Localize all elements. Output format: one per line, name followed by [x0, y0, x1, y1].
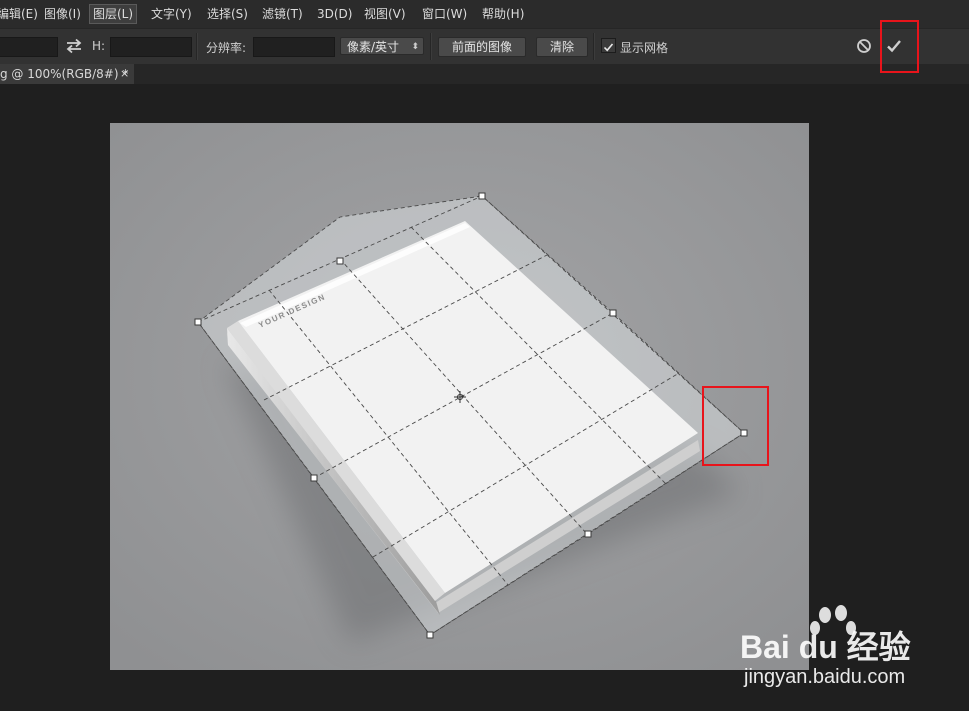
menu-filter[interactable]: 滤镜(T) — [259, 5, 306, 23]
up-down-arrows-icon: ⬍ — [411, 42, 419, 52]
menu-3d[interactable]: 3D(D) — [314, 5, 355, 23]
watermark-brand: Bai du 经验 — [740, 629, 911, 665]
height-field[interactable] — [110, 37, 192, 57]
document-tab-title: g @ 100%(RGB/8#) * — [0, 67, 129, 81]
show-grid-label: 显示网格 — [620, 41, 669, 55]
separator — [196, 33, 198, 60]
baidu-watermark: Bai du 经验 jingyan.baidu.com — [740, 600, 969, 700]
separator — [430, 33, 432, 60]
checkmark-icon — [603, 43, 614, 52]
menu-view[interactable]: 视图(V) — [361, 5, 409, 23]
resolution-label: 分辨率: — [206, 41, 247, 55]
menu-image[interactable]: 图像(I) — [41, 5, 84, 23]
unit-select[interactable]: 像素/英寸 ⬍ — [340, 37, 424, 55]
document-tab[interactable]: g @ 100%(RGB/8#) * × — [0, 64, 134, 84]
watermark-url: jingyan.baidu.com — [744, 666, 906, 688]
width-field[interactable] — [0, 37, 58, 57]
menu-window[interactable]: 窗口(W) — [419, 5, 470, 23]
menu-bar: 编辑(E) 图像(I) 图层(L) 文字(Y) 选择(S) 滤镜(T) 3D(D… — [0, 0, 969, 28]
handle-highlight-box — [702, 386, 769, 466]
front-image-button[interactable]: 前面的图像 — [438, 37, 526, 57]
height-label: H: — [92, 39, 106, 53]
tab-close-icon[interactable]: × — [120, 64, 129, 84]
clear-button[interactable]: 清除 — [536, 37, 588, 57]
menu-help[interactable]: 帮助(H) — [479, 5, 527, 23]
menu-type[interactable]: 文字(Y) — [148, 5, 195, 23]
unit-select-value: 像素/英寸 — [347, 40, 400, 54]
document-tab-bar: g @ 100%(RGB/8#) * × — [0, 64, 969, 84]
menu-layer[interactable]: 图层(L) — [89, 4, 138, 24]
swap-arrows-icon[interactable] — [64, 37, 84, 59]
resolution-field[interactable] — [253, 37, 335, 57]
options-bar: H: 分辨率: 像素/英寸 ⬍ 前面的图像 清除 显示网格 — [0, 28, 969, 65]
menu-select[interactable]: 选择(S) — [204, 5, 251, 23]
menu-edit[interactable]: 编辑(E) — [0, 5, 41, 23]
commit-highlight-box — [880, 20, 919, 73]
show-grid-checkbox[interactable] — [601, 38, 616, 53]
cancel-icon[interactable] — [855, 37, 873, 59]
separator — [593, 33, 595, 60]
